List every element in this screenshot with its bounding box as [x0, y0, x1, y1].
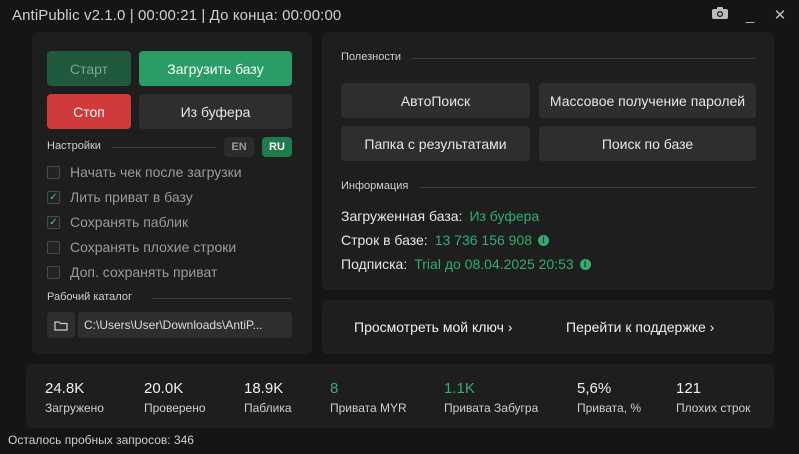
lines-value: 13 736 156 908	[434, 232, 533, 248]
divider	[152, 298, 292, 299]
camera-icon[interactable]	[711, 6, 729, 24]
folder-icon[interactable]	[47, 312, 75, 338]
lang-ru-toggle[interactable]: RU	[262, 137, 292, 157]
support-link[interactable]: Перейти к поддержке ›	[566, 300, 714, 354]
stop-button[interactable]: Стоп	[47, 94, 131, 129]
stat-value: 5,6%	[577, 380, 612, 397]
stat-label: Привата MYR	[330, 401, 407, 415]
checkbox[interactable]	[47, 265, 60, 279]
workdir-heading: Рабочий каталог	[47, 291, 132, 303]
stats-panel: 24.8K Загружено 20.0K Проверено 18.9K Па…	[26, 364, 774, 428]
option-label: Лить приват в базу	[70, 189, 193, 205]
stat-value: 18.9K	[244, 380, 284, 397]
stat-value: 24.8K	[45, 380, 85, 397]
option-pour-private[interactable]: ✓ Лить приват в базу	[47, 188, 193, 206]
stat-label: Плохих строк	[676, 401, 751, 415]
lang-en-toggle[interactable]: EN	[224, 137, 254, 157]
stat-label: Загружено	[45, 401, 104, 415]
option-save-bad-lines[interactable]: Сохранять плохие строки	[47, 238, 236, 256]
checkbox-checked[interactable]: ✓	[47, 215, 60, 229]
window-title: AntiPublic v2.1.0 | 00:00:21 | До конца:…	[12, 7, 342, 24]
divider	[112, 147, 216, 148]
info-icon[interactable]: i	[579, 258, 591, 270]
from-clipboard-button[interactable]: Из буфера	[139, 94, 292, 129]
stat-value: 121	[676, 380, 702, 397]
title-bar: AntiPublic v2.1.0 | 00:00:21 | До конца:…	[0, 0, 799, 32]
info-heading: Информация	[341, 180, 409, 192]
autosearch-button[interactable]: АвтоПоиск	[341, 83, 530, 118]
checkbox-checked[interactable]: ✓	[47, 190, 60, 204]
option-label: Начать чек после загрузки	[70, 164, 242, 180]
stat-label: Привата Забугра	[444, 401, 539, 415]
loaded-base-key: Загруженная база:	[341, 208, 463, 224]
checkbox[interactable]	[47, 165, 60, 179]
checkbox[interactable]	[47, 240, 60, 254]
subscription-value: Trial до 08.04.2025 20:53	[414, 256, 574, 272]
option-save-public[interactable]: ✓ Сохранять паблик	[47, 213, 188, 231]
stat-label: Паблика	[244, 401, 292, 415]
subscription-key: Подписка:	[341, 256, 408, 272]
settings-heading: Настройки	[47, 140, 101, 152]
window-controls: _ ✕	[711, 6, 789, 24]
stat-value: 20.0K	[144, 380, 184, 397]
utilities-heading: Полезности	[341, 51, 401, 63]
search-base-button[interactable]: Поиск по базе	[539, 126, 756, 161]
minimize-icon[interactable]: _	[741, 7, 759, 24]
workdir-path-field[interactable]: C:\Users\User\Downloads\AntiP...	[78, 312, 292, 338]
links-panel: Просмотреть мой ключ › Перейти к поддерж…	[322, 300, 774, 354]
stat-value: 8	[330, 380, 339, 397]
close-icon[interactable]: ✕	[771, 6, 789, 24]
lines-row: Строк в базе: 13 736 156 908 i	[341, 232, 550, 248]
lines-key: Строк в базе:	[341, 232, 428, 248]
loaded-base-row: Загруженная база: Из буфера	[341, 208, 539, 224]
load-base-button[interactable]: Загрузить базу	[139, 51, 292, 86]
option-label: Доп. сохранять приват	[70, 264, 218, 280]
utilities-panel: Полезности АвтоПоиск Массовое получение …	[322, 32, 774, 290]
divider	[419, 187, 755, 188]
stat-label: Привата, %	[577, 401, 642, 415]
option-label: Сохранять паблик	[70, 214, 189, 230]
results-folder-button[interactable]: Папка с результатами	[341, 126, 530, 161]
stat-value: 1.1K	[444, 380, 475, 397]
trial-requests-status: Осталось пробных запросов: 346	[8, 433, 194, 447]
control-panel: Старт Загрузить базу Стоп Из буфера Наст…	[32, 32, 312, 354]
option-start-check-after-load[interactable]: Начать чек после загрузки	[47, 163, 242, 181]
view-key-link[interactable]: Просмотреть мой ключ ›	[354, 300, 512, 354]
loaded-base-value: Из буфера	[469, 208, 540, 224]
option-extra-save-private[interactable]: Доп. сохранять приват	[47, 263, 217, 281]
start-button[interactable]: Старт	[47, 51, 131, 86]
option-label: Сохранять плохие строки	[70, 239, 237, 255]
info-icon[interactable]: i	[538, 234, 550, 246]
subscription-row: Подписка: Trial до 08.04.2025 20:53 i	[341, 256, 591, 272]
stat-label: Проверено	[144, 401, 206, 415]
mass-password-button[interactable]: Массовое получение паролей	[539, 83, 756, 118]
divider	[411, 58, 755, 59]
